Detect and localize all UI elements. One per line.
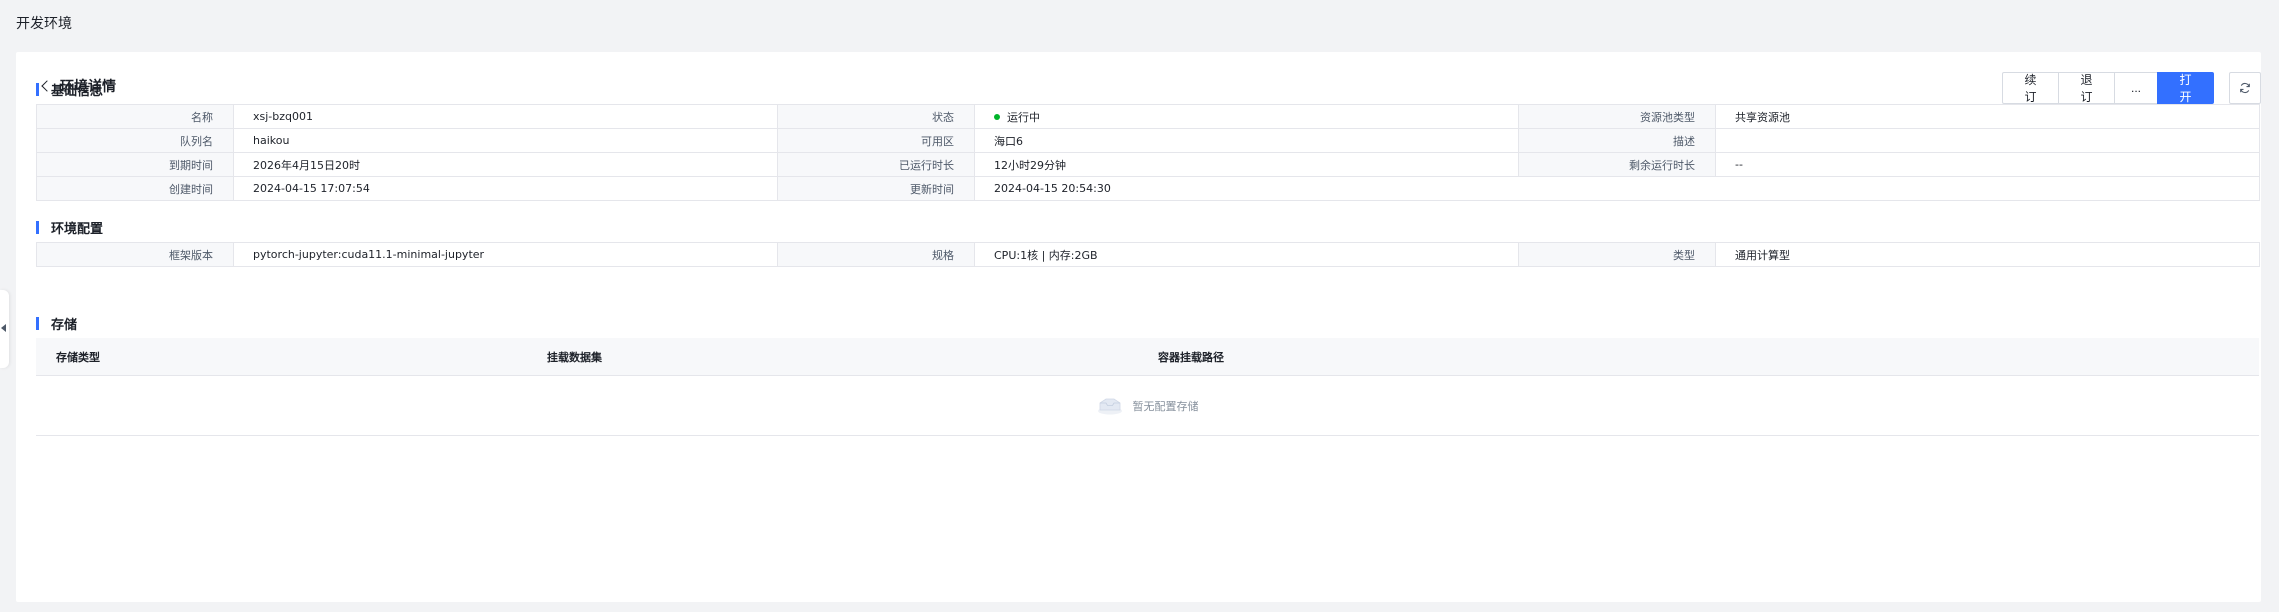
field-value [1715, 128, 2260, 153]
refresh-button[interactable] [2229, 72, 2261, 104]
field-label: 更新时间 [777, 176, 975, 201]
field-label: 队列名 [36, 128, 234, 153]
sidebar-collapse-handle[interactable] [0, 290, 9, 368]
field-label: 剩余运行时长 [1518, 152, 1716, 177]
info-row: 队列名 haikou 可用区 海口6 描述 [36, 128, 2260, 153]
status-dot-icon [994, 113, 1000, 120]
field-label: 创建时间 [36, 176, 234, 201]
field-value: haikou [233, 128, 778, 153]
field-label: 名称 [36, 104, 234, 129]
section-marker [36, 317, 39, 330]
env-config-table: 框架版本 pytorch-jupyter:cuda11.1-minimal-ju… [36, 242, 2260, 267]
info-row: 到期时间 2026年4月15日20时 已运行时长 12小时29分钟 剩余运行时长… [36, 152, 2260, 177]
section-title-text: 基础信息 [51, 84, 104, 99]
field-value: 12小时29分钟 [974, 152, 1519, 177]
table-header: 存储类型 挂载数据集 容器挂载路径 [36, 338, 2259, 376]
field-label: 已运行时长 [777, 152, 975, 177]
action-group: 续订 退订 ... 打开 [2002, 72, 2214, 104]
field-value: pytorch-jupyter:cuda11.1-minimal-jupyter [233, 242, 778, 267]
field-value: 海口6 [974, 128, 1519, 153]
field-value: 2024-04-15 17:07:54 [233, 176, 778, 201]
field-label: 到期时间 [36, 152, 234, 177]
field-value: xsj-bzq001 [233, 104, 778, 129]
field-label: 规格 [777, 242, 975, 267]
env-config-section-title: 环境配置 [36, 218, 103, 237]
empty-text: 暂无配置存储 [1132, 399, 1199, 413]
storage-table: 存储类型 挂载数据集 容器挂载路径 暂无配置存储 [36, 338, 2259, 436]
status-value: 运行中 [974, 104, 1519, 129]
info-row: 创建时间 2024-04-15 17:07:54 更新时间 2024-04-15… [36, 176, 2260, 201]
section-marker [36, 221, 39, 234]
basic-info-section-title: 基础信息 [36, 80, 103, 99]
info-row: 名称 xsj-bzq001 状态 运行中 资源池类型 共享资源池 [36, 104, 2260, 129]
status-text: 运行中 [1007, 110, 1040, 124]
field-label: 描述 [1518, 128, 1716, 153]
column-header: 挂载数据集 [547, 350, 602, 364]
field-label: 框架版本 [36, 242, 234, 267]
field-value: CPU:1核 | 内存:2GB [974, 242, 1519, 267]
column-header: 容器挂载路径 [1158, 350, 1224, 364]
open-button[interactable]: 打开 [2157, 72, 2214, 104]
more-button[interactable]: ... [2114, 72, 2158, 104]
section-title-text: 环境配置 [51, 222, 104, 237]
section-marker [36, 83, 39, 96]
caret-left-icon [1, 324, 6, 332]
storage-section-title: 存储 [36, 314, 77, 333]
page-header: 开发环境 [16, 16, 72, 32]
field-label: 类型 [1518, 242, 1716, 267]
field-value: -- [1715, 152, 2260, 177]
field-label: 可用区 [777, 128, 975, 153]
empty-state: 暂无配置存储 [36, 376, 2259, 436]
renew-button[interactable]: 续订 [2002, 72, 2059, 104]
field-value: 2026年4月15日20时 [233, 152, 778, 177]
info-row: 框架版本 pytorch-jupyter:cuda11.1-minimal-ju… [36, 242, 2260, 267]
empty-box-icon [1097, 398, 1122, 414]
basic-info-table: 名称 xsj-bzq001 状态 运行中 资源池类型 共享资源池 队列名 hai… [36, 104, 2260, 201]
section-title-text: 存储 [51, 318, 78, 333]
field-value: 通用计算型 [1715, 242, 2260, 267]
unsubscribe-button[interactable]: 退订 [2058, 72, 2115, 104]
refresh-icon [2240, 82, 2250, 94]
field-value: 2024-04-15 20:54:30 [974, 176, 2260, 201]
field-value: 共享资源池 [1715, 104, 2260, 129]
field-label: 资源池类型 [1518, 104, 1716, 129]
field-label: 状态 [777, 104, 975, 129]
column-header: 存储类型 [56, 350, 100, 364]
detail-card: 环境详情 续订 退订 ... 打开 基础信息 名称 xsj-bzq001 状态 … [16, 52, 2261, 602]
